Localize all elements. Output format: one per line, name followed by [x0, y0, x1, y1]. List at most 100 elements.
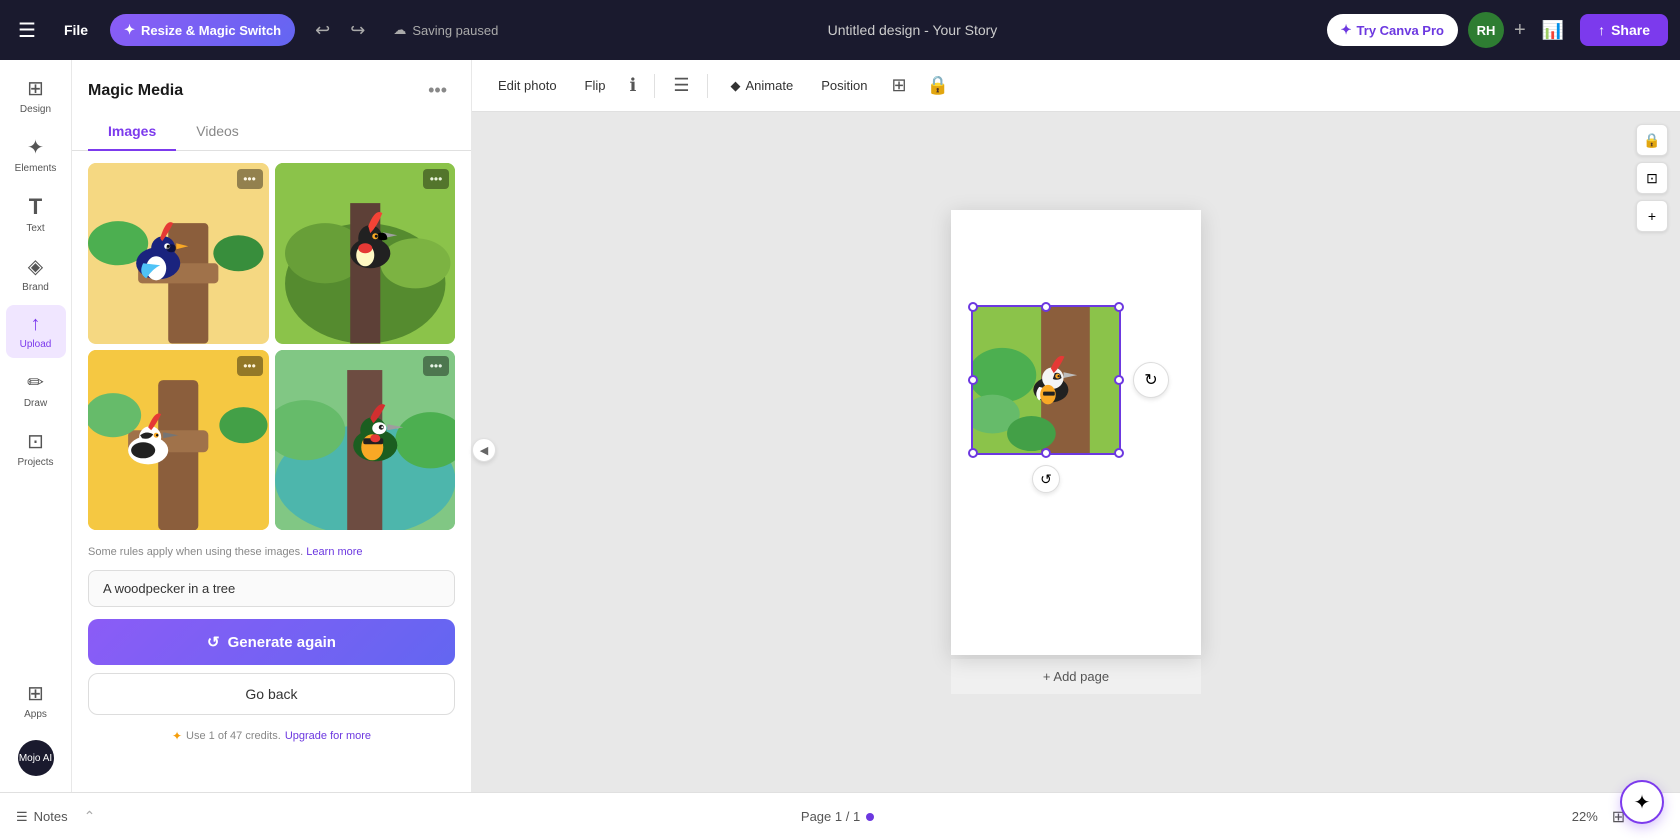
saving-status: ☁ Saving paused	[393, 22, 498, 38]
mojo-ai-avatar[interactable]: Mojo AI	[18, 740, 54, 776]
elements-icon: ✦	[27, 135, 44, 160]
page-container: ↻ ↺ + Add page	[951, 210, 1201, 694]
prompt-input[interactable]	[88, 570, 455, 607]
lock-button[interactable]: 🔒	[921, 69, 955, 102]
menu-button[interactable]: ☰	[12, 12, 42, 49]
refresh-handle[interactable]: ↻	[1133, 362, 1169, 398]
page-info: Page 1 / 1	[801, 809, 860, 824]
topbar: ☰ File ✦ Resize & Magic Switch ↩ ↪ ☁ Sav…	[0, 0, 1680, 60]
handle-right-mid[interactable]	[1114, 375, 1124, 385]
sidebar-item-apps[interactable]: ⊞ Apps	[6, 673, 66, 728]
expand-button[interactable]: ⌃	[76, 802, 104, 831]
notes-button[interactable]: ☰ Notes	[16, 809, 68, 825]
draw-icon: ✏	[27, 370, 44, 395]
sidebar-label-apps: Apps	[24, 709, 47, 720]
panel-more-button[interactable]: •••	[420, 76, 455, 105]
card-3-more-button[interactable]: •••	[237, 356, 263, 376]
handle-left-mid[interactable]	[968, 375, 978, 385]
projects-icon: ⊡	[27, 429, 44, 454]
file-menu-button[interactable]: File	[54, 16, 98, 44]
canvas-area: Edit photo Flip ℹ ☰ ◆ Animate Position ⊞…	[472, 60, 1680, 792]
generate-label: Generate again	[228, 634, 336, 651]
animate-button[interactable]: ◆ Animate	[720, 72, 803, 100]
sidebar-item-elements[interactable]: ✦ Elements	[6, 127, 66, 182]
tab-videos[interactable]: Videos	[176, 113, 259, 151]
add-button[interactable]: +	[1514, 19, 1526, 42]
cloud-icon: ☁	[393, 22, 406, 38]
analytics-button[interactable]: 📊	[1536, 14, 1570, 47]
position-button[interactable]: Position	[811, 72, 877, 99]
edit-photo-button[interactable]: Edit photo	[488, 72, 567, 99]
design-title[interactable]: Untitled design - Your Story	[828, 22, 998, 38]
handle-bottom-mid[interactable]	[1041, 448, 1051, 458]
page-indicator: Page 1 / 1	[801, 809, 874, 824]
page-dot	[866, 813, 874, 821]
assistant-button[interactable]: ✦	[1620, 780, 1664, 824]
handle-top-left[interactable]	[968, 302, 978, 312]
animate-icon: ◆	[730, 78, 740, 94]
sidebar-item-text[interactable]: T Text	[6, 186, 66, 242]
learn-more-link[interactable]: Learn more	[306, 546, 362, 558]
card-4-more-button[interactable]: •••	[423, 356, 449, 376]
canvas-add-button[interactable]: +	[1636, 200, 1668, 232]
share-label: Share	[1611, 22, 1650, 38]
try-canva-label: Try Canva Pro	[1357, 23, 1444, 38]
topbar-center: Untitled design - Your Story	[506, 22, 1318, 38]
credits-icon: ✦	[172, 729, 182, 743]
sidebar-label-upload: Upload	[20, 339, 52, 350]
add-page-button[interactable]: + Add page	[951, 659, 1201, 694]
topbar-right: ✦ Try Canva Pro RH + 📊 ↑ Share	[1327, 12, 1668, 48]
sidebar-label-text: Text	[26, 223, 44, 234]
image-card-1[interactable]: •••	[88, 163, 269, 344]
flip-button[interactable]: Flip	[575, 72, 616, 99]
generate-again-button[interactable]: ↺ Generate again	[88, 619, 455, 665]
canvas-lock-button[interactable]: 🔒	[1636, 124, 1668, 156]
sidebar-item-brand[interactable]: ◈ Brand	[6, 246, 66, 301]
handle-bottom-right[interactable]	[1114, 448, 1124, 458]
go-back-button[interactable]: Go back	[88, 673, 455, 715]
sidebar-item-design[interactable]: ⊞ Design	[6, 68, 66, 123]
magic-switch-button[interactable]: ✦ Resize & Magic Switch	[110, 14, 295, 46]
handle-top-mid[interactable]	[1041, 302, 1051, 312]
handle-bottom-left[interactable]	[968, 448, 978, 458]
user-avatar[interactable]: RH	[1468, 12, 1504, 48]
magic-media-panel: Magic Media ••• Images Videos	[72, 60, 472, 792]
canvas-tools: 🔒 ⊡ +	[1636, 124, 1668, 232]
panel-tabs: Images Videos	[72, 113, 471, 151]
hide-panel-button[interactable]: ◀	[472, 438, 496, 462]
sidebar-item-draw[interactable]: ✏ Draw	[6, 362, 66, 417]
sidebar-label-elements: Elements	[15, 163, 57, 174]
image-card-4[interactable]: •••	[275, 350, 456, 531]
rotate-handle[interactable]: ↺	[1032, 465, 1060, 493]
try-canva-button[interactable]: ✦ Try Canva Pro	[1327, 14, 1458, 46]
upgrade-link[interactable]: Upgrade for more	[285, 730, 371, 742]
grid-button[interactable]: ⊞	[885, 69, 912, 102]
bottom-left: ☰ Notes ⌃	[16, 802, 103, 831]
saving-text: Saving paused	[412, 23, 498, 38]
secondary-toolbar: Edit photo Flip ℹ ☰ ◆ Animate Position ⊞…	[472, 60, 1680, 112]
share-button[interactable]: ↑ Share	[1580, 14, 1668, 46]
selected-image[interactable]: ↻ ↺	[971, 305, 1121, 455]
panel-title: Magic Media	[88, 82, 183, 100]
notes-label: Notes	[34, 809, 68, 824]
sidebar-item-upload[interactable]: ↑ Upload	[6, 305, 66, 358]
canvas-copy-button[interactable]: ⊡	[1636, 162, 1668, 194]
undo-redo-group: ↩ ↪	[307, 14, 373, 47]
canvas-page[interactable]: ↻ ↺	[951, 210, 1201, 655]
image-card-3[interactable]: •••	[88, 350, 269, 531]
sidebar-item-projects[interactable]: ⊡ Projects	[6, 421, 66, 476]
sidebar-label-design: Design	[20, 104, 51, 115]
redo-button[interactable]: ↪	[342, 14, 373, 47]
undo-button[interactable]: ↩	[307, 14, 338, 47]
tab-images[interactable]: Images	[88, 113, 176, 151]
image-card-2[interactable]: •••	[275, 163, 456, 344]
bottom-center: Page 1 / 1	[801, 809, 874, 824]
credits-text: Use 1 of 47 credits.	[186, 730, 281, 742]
sidebar-label-brand: Brand	[22, 282, 49, 293]
handle-top-right[interactable]	[1114, 302, 1124, 312]
menu-icon-button[interactable]: ☰	[667, 69, 695, 102]
card-1-more-button[interactable]: •••	[237, 169, 263, 189]
panel-header: Magic Media •••	[72, 60, 471, 113]
info-button[interactable]: ℹ	[624, 69, 643, 102]
card-2-more-button[interactable]: •••	[423, 169, 449, 189]
